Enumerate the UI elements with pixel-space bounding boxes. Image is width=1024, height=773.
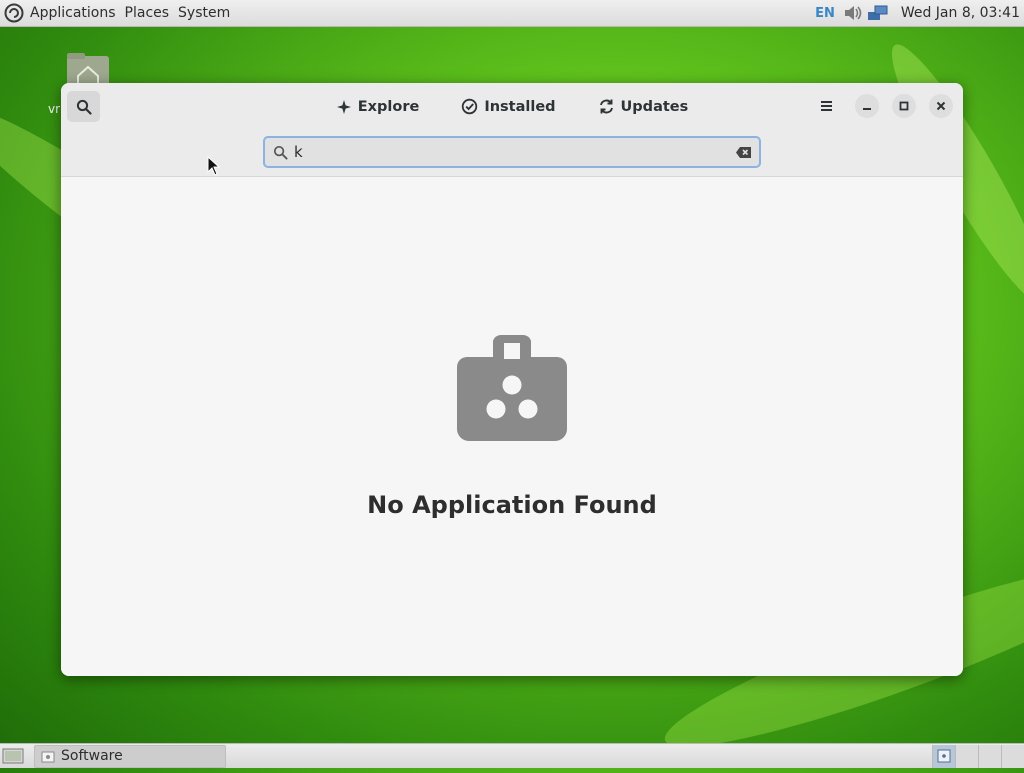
keyboard-layout-indicator[interactable]: EN <box>815 6 835 21</box>
system-menu[interactable]: System <box>178 5 230 21</box>
search-icon <box>273 145 288 160</box>
tab-updates-label: Updates <box>620 98 689 115</box>
clear-search-icon[interactable] <box>735 146 752 159</box>
main-menu-button[interactable] <box>815 94 839 118</box>
workspace-1[interactable] <box>932 744 955 768</box>
workspace-switcher <box>932 744 1024 768</box>
top-panel-menus: Applications Places System <box>0 3 239 23</box>
network-icon[interactable] <box>867 4 889 22</box>
hamburger-icon <box>821 101 832 111</box>
places-menu[interactable]: Places <box>125 5 170 21</box>
taskbar-item-label: Software <box>61 748 123 764</box>
system-tray: EN Wed Jan 8, 03:41 <box>815 4 1024 22</box>
show-desktop-icon[interactable] <box>2 747 24 765</box>
mouse-cursor-icon <box>207 156 221 176</box>
workspace-2[interactable] <box>955 744 978 768</box>
search-results-area: No Application Found <box>61 177 963 676</box>
applications-menu[interactable]: Applications <box>30 5 116 21</box>
shopping-bag-icon <box>457 335 567 441</box>
distro-logo-icon[interactable] <box>4 3 24 23</box>
tab-installed-label: Installed <box>484 98 556 115</box>
header-bar: Explore Installed Updates <box>61 83 963 130</box>
tab-updates[interactable]: Updates <box>598 98 689 115</box>
search-entry[interactable] <box>263 136 761 168</box>
search-bar <box>61 130 963 177</box>
maximize-icon <box>899 101 909 111</box>
bottom-panel: Software <box>0 743 1024 768</box>
tab-explore[interactable]: Explore <box>336 98 420 115</box>
window-thumbnail-icon <box>937 749 951 763</box>
minimize-icon <box>863 108 871 110</box>
window-controls <box>815 94 953 118</box>
top-panel: Applications Places System EN Wed Jan 8,… <box>0 0 1024 27</box>
home-folder-label: vr <box>48 102 61 116</box>
tab-installed[interactable]: Installed <box>461 98 556 115</box>
search-input[interactable] <box>294 143 735 161</box>
close-button[interactable] <box>929 94 953 118</box>
tab-explore-label: Explore <box>357 98 420 115</box>
clock[interactable]: Wed Jan 8, 03:41 <box>901 5 1020 21</box>
taskbar-item-software[interactable]: Software <box>34 744 226 768</box>
sparkle-icon <box>336 99 351 114</box>
close-icon <box>936 101 946 111</box>
check-circle-icon <box>462 98 478 115</box>
workspace-3[interactable] <box>978 744 1001 768</box>
maximize-button[interactable] <box>892 94 916 118</box>
volume-icon[interactable] <box>843 4 863 22</box>
software-window: Explore Installed Updates k No Applicati… <box>61 83 963 676</box>
empty-state-title: No Application Found <box>367 491 657 519</box>
refresh-icon <box>599 99 613 114</box>
software-app-icon <box>41 751 55 762</box>
minimize-button[interactable] <box>855 94 879 118</box>
workspace-4[interactable] <box>1001 744 1024 768</box>
